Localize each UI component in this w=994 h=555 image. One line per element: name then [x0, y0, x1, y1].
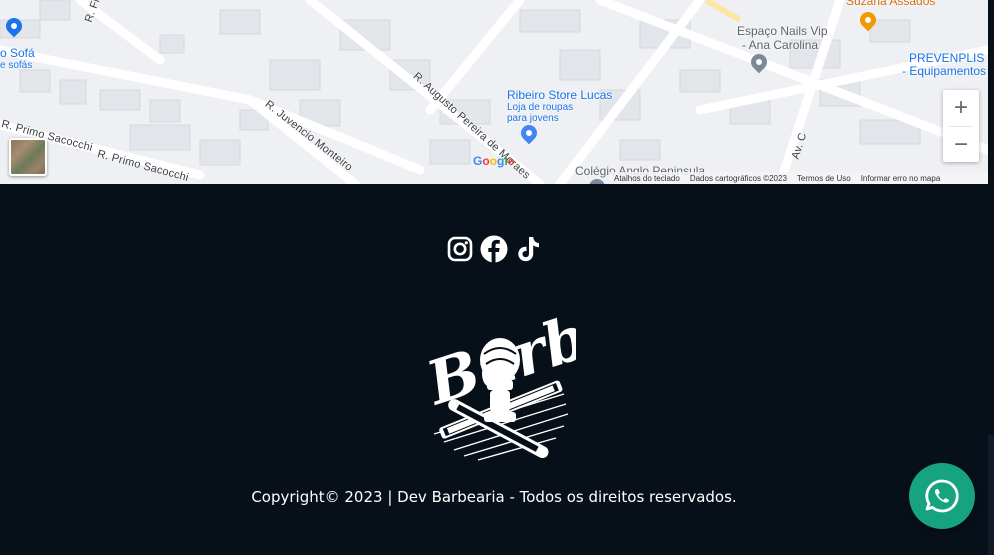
terms-link[interactable]: Termos de Uso — [792, 174, 856, 183]
poi-ribeiro-title[interactable]: Ribeiro Store Lucas — [507, 88, 612, 102]
poi-sofa-title[interactable]: o Sofá — [0, 46, 35, 60]
poi-nails-title-1[interactable]: Espaço Nails Vip — [737, 24, 828, 38]
report-error-link[interactable]: Informar erro no mapa — [856, 174, 946, 183]
whatsapp-icon — [925, 479, 959, 513]
zoom-out-button[interactable]: − — [943, 127, 979, 163]
map-edge — [988, 0, 994, 184]
poi-ribeiro-sub1: Loja de roupas — [507, 102, 574, 113]
satellite-toggle[interactable] — [9, 138, 47, 176]
map-data-text: Dados cartográficos ©2023 — [689, 173, 787, 183]
instagram-icon[interactable] — [446, 234, 474, 264]
copyright-text: Copyright© 2023 | Dev Barbearia - Todos … — [251, 488, 737, 506]
poi-nails-title-2: - Ana Carolina — [742, 38, 819, 52]
poi-preven-title-2: - Equipamentos — [902, 64, 987, 78]
barber-logo: Barber — [414, 279, 666, 466]
zoom-control: + − — [943, 90, 979, 162]
poi-suzana-title[interactable]: Suzana Assados — [846, 0, 935, 8]
embedded-map[interactable]: R. Fr R. Juvencio Monteiro R. Augusto Pe… — [0, 0, 988, 184]
map-attribution: Atalhos do teclado Dados cartográficos ©… — [609, 172, 988, 184]
keyboard-shortcuts-link[interactable]: Atalhos do teclado — [609, 174, 685, 183]
zoom-in-button[interactable]: + — [943, 90, 979, 126]
poi-preven-title-1[interactable]: PREVENPLIS E — [909, 51, 988, 65]
scrollbar[interactable] — [988, 435, 994, 555]
poi-sofa-sub: e sofás — [0, 60, 33, 71]
google-logo: Google — [473, 154, 515, 168]
poi-ribeiro-sub2: para jovens — [507, 113, 559, 124]
facebook-icon[interactable] — [480, 234, 508, 264]
whatsapp-button[interactable] — [909, 463, 975, 529]
social-links — [446, 234, 542, 264]
tiktok-icon[interactable] — [514, 234, 542, 264]
